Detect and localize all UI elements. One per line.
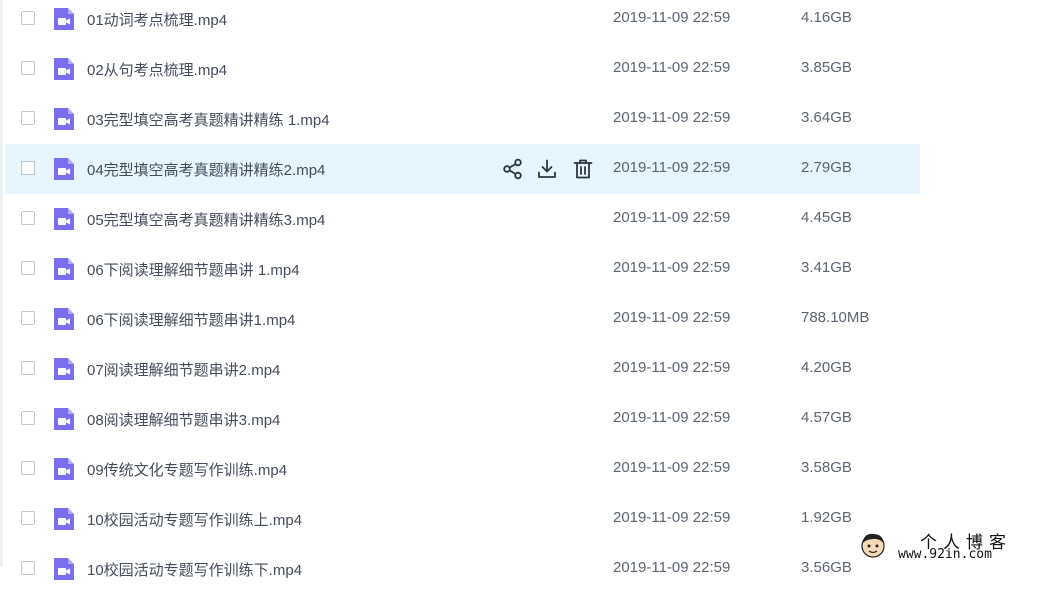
file-size: 4.20GB bbox=[801, 359, 852, 376]
file-name[interactable]: 02从句考点梳理.mp4 bbox=[87, 59, 227, 80]
video-file-icon bbox=[54, 508, 74, 530]
file-name[interactable]: 04完型填空高考真题精讲精练2.mp4 bbox=[87, 159, 325, 180]
file-row[interactable]: 06下阅读理解细节题串讲 1.mp4 2019-11-09 22:59 3.41… bbox=[5, 244, 920, 294]
row-checkbox[interactable] bbox=[21, 561, 35, 575]
cartoon-face-icon bbox=[861, 533, 885, 558]
file-name[interactable]: 07阅读理解细节题串讲2.mp4 bbox=[87, 359, 280, 380]
modified-date: 2019-11-09 22:59 bbox=[613, 109, 731, 126]
video-file-icon bbox=[54, 108, 74, 130]
file-name[interactable]: 08阅读理解细节题串讲3.mp4 bbox=[87, 409, 280, 430]
row-checkbox[interactable] bbox=[21, 511, 35, 525]
modified-date: 2019-11-09 22:59 bbox=[613, 409, 731, 426]
file-size: 3.56GB bbox=[801, 559, 852, 576]
row-checkbox[interactable] bbox=[21, 311, 35, 325]
file-size: 4.57GB bbox=[801, 409, 852, 426]
video-file-icon bbox=[54, 308, 74, 330]
file-size: 4.16GB bbox=[801, 9, 852, 26]
file-size: 788.10MB bbox=[801, 309, 870, 326]
modified-date: 2019-11-09 22:59 bbox=[613, 59, 731, 76]
modified-date: 2019-11-09 22:59 bbox=[613, 359, 731, 376]
row-checkbox[interactable] bbox=[21, 261, 35, 275]
file-size: 4.45GB bbox=[801, 209, 852, 226]
file-name[interactable]: 06下阅读理解细节题串讲 1.mp4 bbox=[87, 259, 300, 280]
file-name[interactable]: 05完型填空高考真题精讲精练3.mp4 bbox=[87, 209, 325, 230]
file-size: 1.92GB bbox=[801, 509, 852, 526]
file-row[interactable]: 09传统文化专题写作训练.mp4 2019-11-09 22:59 3.58GB bbox=[5, 444, 920, 494]
row-checkbox[interactable] bbox=[21, 161, 35, 175]
modified-date: 2019-11-09 22:59 bbox=[613, 259, 731, 276]
video-file-icon bbox=[54, 58, 74, 80]
file-name[interactable]: 03完型填空高考真题精讲精练 1.mp4 bbox=[87, 109, 330, 130]
file-name[interactable]: 06下阅读理解细节题串讲1.mp4 bbox=[87, 309, 295, 330]
modified-date: 2019-11-09 22:59 bbox=[613, 159, 731, 176]
file-list: 01动词考点梳理.mp4 2019-11-09 22:59 4.16GB 02从… bbox=[0, 0, 1050, 594]
file-row[interactable]: 03完型填空高考真题精讲精练 1.mp4 2019-11-09 22:59 3.… bbox=[5, 94, 920, 144]
video-file-icon bbox=[54, 408, 74, 430]
file-name[interactable]: 10校园活动专题写作训练上.mp4 bbox=[87, 509, 302, 530]
file-name[interactable]: 10校园活动专题写作训练下.mp4 bbox=[87, 559, 302, 580]
file-row[interactable]: 10校园活动专题写作训练上.mp4 2019-11-09 22:59 1.92G… bbox=[5, 494, 920, 544]
row-checkbox[interactable] bbox=[21, 111, 35, 125]
modified-date: 2019-11-09 22:59 bbox=[613, 459, 731, 476]
video-file-icon bbox=[54, 358, 74, 380]
video-file-icon bbox=[54, 158, 74, 180]
file-size: 3.58GB bbox=[801, 459, 852, 476]
modified-date: 2019-11-09 22:59 bbox=[613, 309, 731, 326]
share-icon[interactable] bbox=[501, 157, 525, 181]
file-row[interactable]: 10校园活动专题写作训练下.mp4 2019-11-09 22:59 3.56G… bbox=[5, 544, 920, 594]
file-size: 2.79GB bbox=[801, 159, 852, 176]
file-row[interactable]: 08阅读理解细节题串讲3.mp4 2019-11-09 22:59 4.57GB bbox=[5, 394, 920, 444]
file-size: 3.85GB bbox=[801, 59, 852, 76]
row-checkbox[interactable] bbox=[21, 461, 35, 475]
row-checkbox[interactable] bbox=[21, 361, 35, 375]
trash-icon[interactable] bbox=[571, 157, 595, 181]
modified-date: 2019-11-09 22:59 bbox=[613, 559, 731, 576]
row-checkbox[interactable] bbox=[21, 11, 35, 25]
watermark-url: www.92in.com bbox=[898, 547, 992, 562]
modified-date: 2019-11-09 22:59 bbox=[613, 209, 731, 226]
file-name[interactable]: 09传统文化专题写作训练.mp4 bbox=[87, 459, 287, 480]
file-row[interactable]: 06下阅读理解细节题串讲1.mp4 2019-11-09 22:59 788.1… bbox=[5, 294, 920, 344]
modified-date: 2019-11-09 22:59 bbox=[613, 509, 731, 526]
file-row[interactable]: 02从句考点梳理.mp4 2019-11-09 22:59 3.85GB bbox=[5, 44, 920, 94]
blog-watermark: 个人博客 www.92in.com bbox=[858, 527, 1050, 567]
modified-date: 2019-11-09 22:59 bbox=[613, 9, 731, 26]
file-size: 3.64GB bbox=[801, 109, 852, 126]
video-file-icon bbox=[54, 458, 74, 480]
file-row[interactable]: 07阅读理解细节题串讲2.mp4 2019-11-09 22:59 4.20GB bbox=[5, 344, 920, 394]
file-name[interactable]: 01动词考点梳理.mp4 bbox=[87, 9, 227, 30]
row-checkbox[interactable] bbox=[21, 211, 35, 225]
row-checkbox[interactable] bbox=[21, 61, 35, 75]
video-file-icon bbox=[54, 558, 74, 580]
file-size: 3.41GB bbox=[801, 259, 852, 276]
video-file-icon bbox=[54, 8, 74, 30]
row-checkbox[interactable] bbox=[21, 411, 35, 425]
file-row[interactable]: 05完型填空高考真题精讲精练3.mp4 2019-11-09 22:59 4.4… bbox=[5, 194, 920, 244]
video-file-icon bbox=[54, 258, 74, 280]
file-row-hovered[interactable]: 04完型填空高考真题精讲精练2.mp4 2019-11-09 22:59 2.7… bbox=[5, 144, 920, 194]
file-row[interactable]: 01动词考点梳理.mp4 2019-11-09 22:59 4.16GB bbox=[5, 0, 920, 44]
video-file-icon bbox=[54, 208, 74, 230]
download-icon[interactable] bbox=[535, 157, 559, 181]
